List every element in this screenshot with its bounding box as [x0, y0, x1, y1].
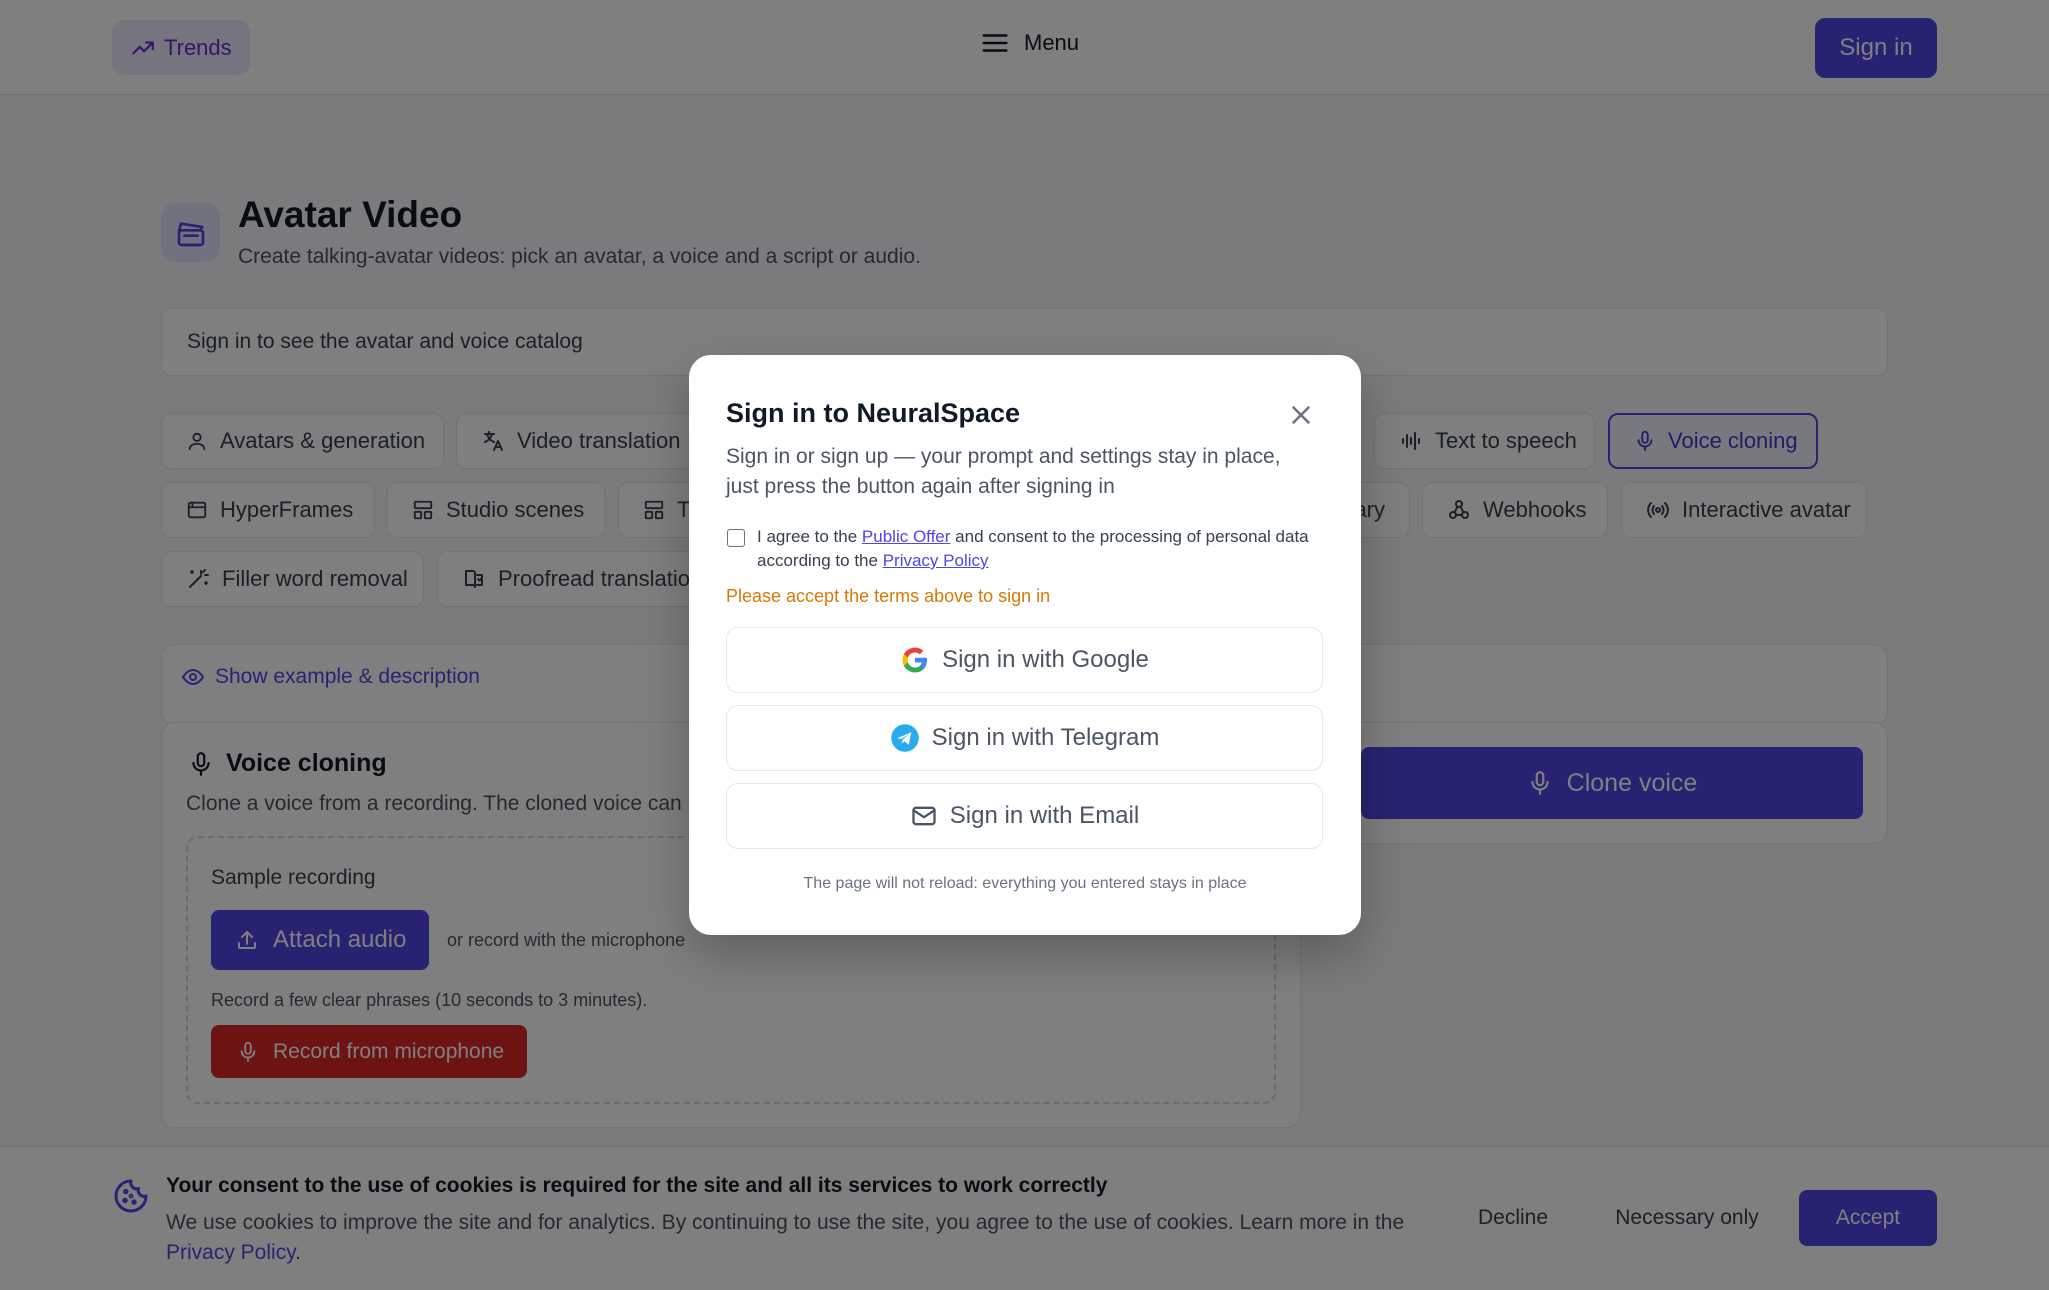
- mail-icon: [910, 802, 938, 830]
- email-label: Sign in with Email: [949, 802, 1140, 829]
- modal-subtitle: Sign in or sign up — your prompt and set…: [726, 445, 1281, 498]
- terms-checkbox[interactable]: [727, 529, 745, 547]
- telegram-label: Sign in with Telegram: [931, 724, 1160, 751]
- google-label: Sign in with Google: [942, 646, 1149, 673]
- agree-prefix: I agree to the: [757, 527, 858, 546]
- telegram-icon: [890, 723, 920, 753]
- modal-title: Sign in to NeuralSpace: [726, 398, 1021, 428]
- close-icon[interactable]: [1286, 400, 1316, 430]
- privacy-policy-link[interactable]: Privacy Policy: [883, 551, 989, 570]
- terms-warning: Please accept the terms above to sign in: [726, 586, 1051, 606]
- terms-agreement: I agree to the Public Offer and consent …: [757, 525, 1327, 573]
- modal-note: The page will not reload: everything you…: [803, 875, 1247, 892]
- public-offer-link[interactable]: Public Offer: [862, 527, 951, 546]
- google-icon: [900, 645, 930, 675]
- sign-in-email-button[interactable]: Sign in with Email: [726, 783, 1323, 849]
- sign-in-telegram-button[interactable]: Sign in with Telegram: [726, 705, 1323, 771]
- sign-in-google-button[interactable]: Sign in with Google: [726, 627, 1323, 693]
